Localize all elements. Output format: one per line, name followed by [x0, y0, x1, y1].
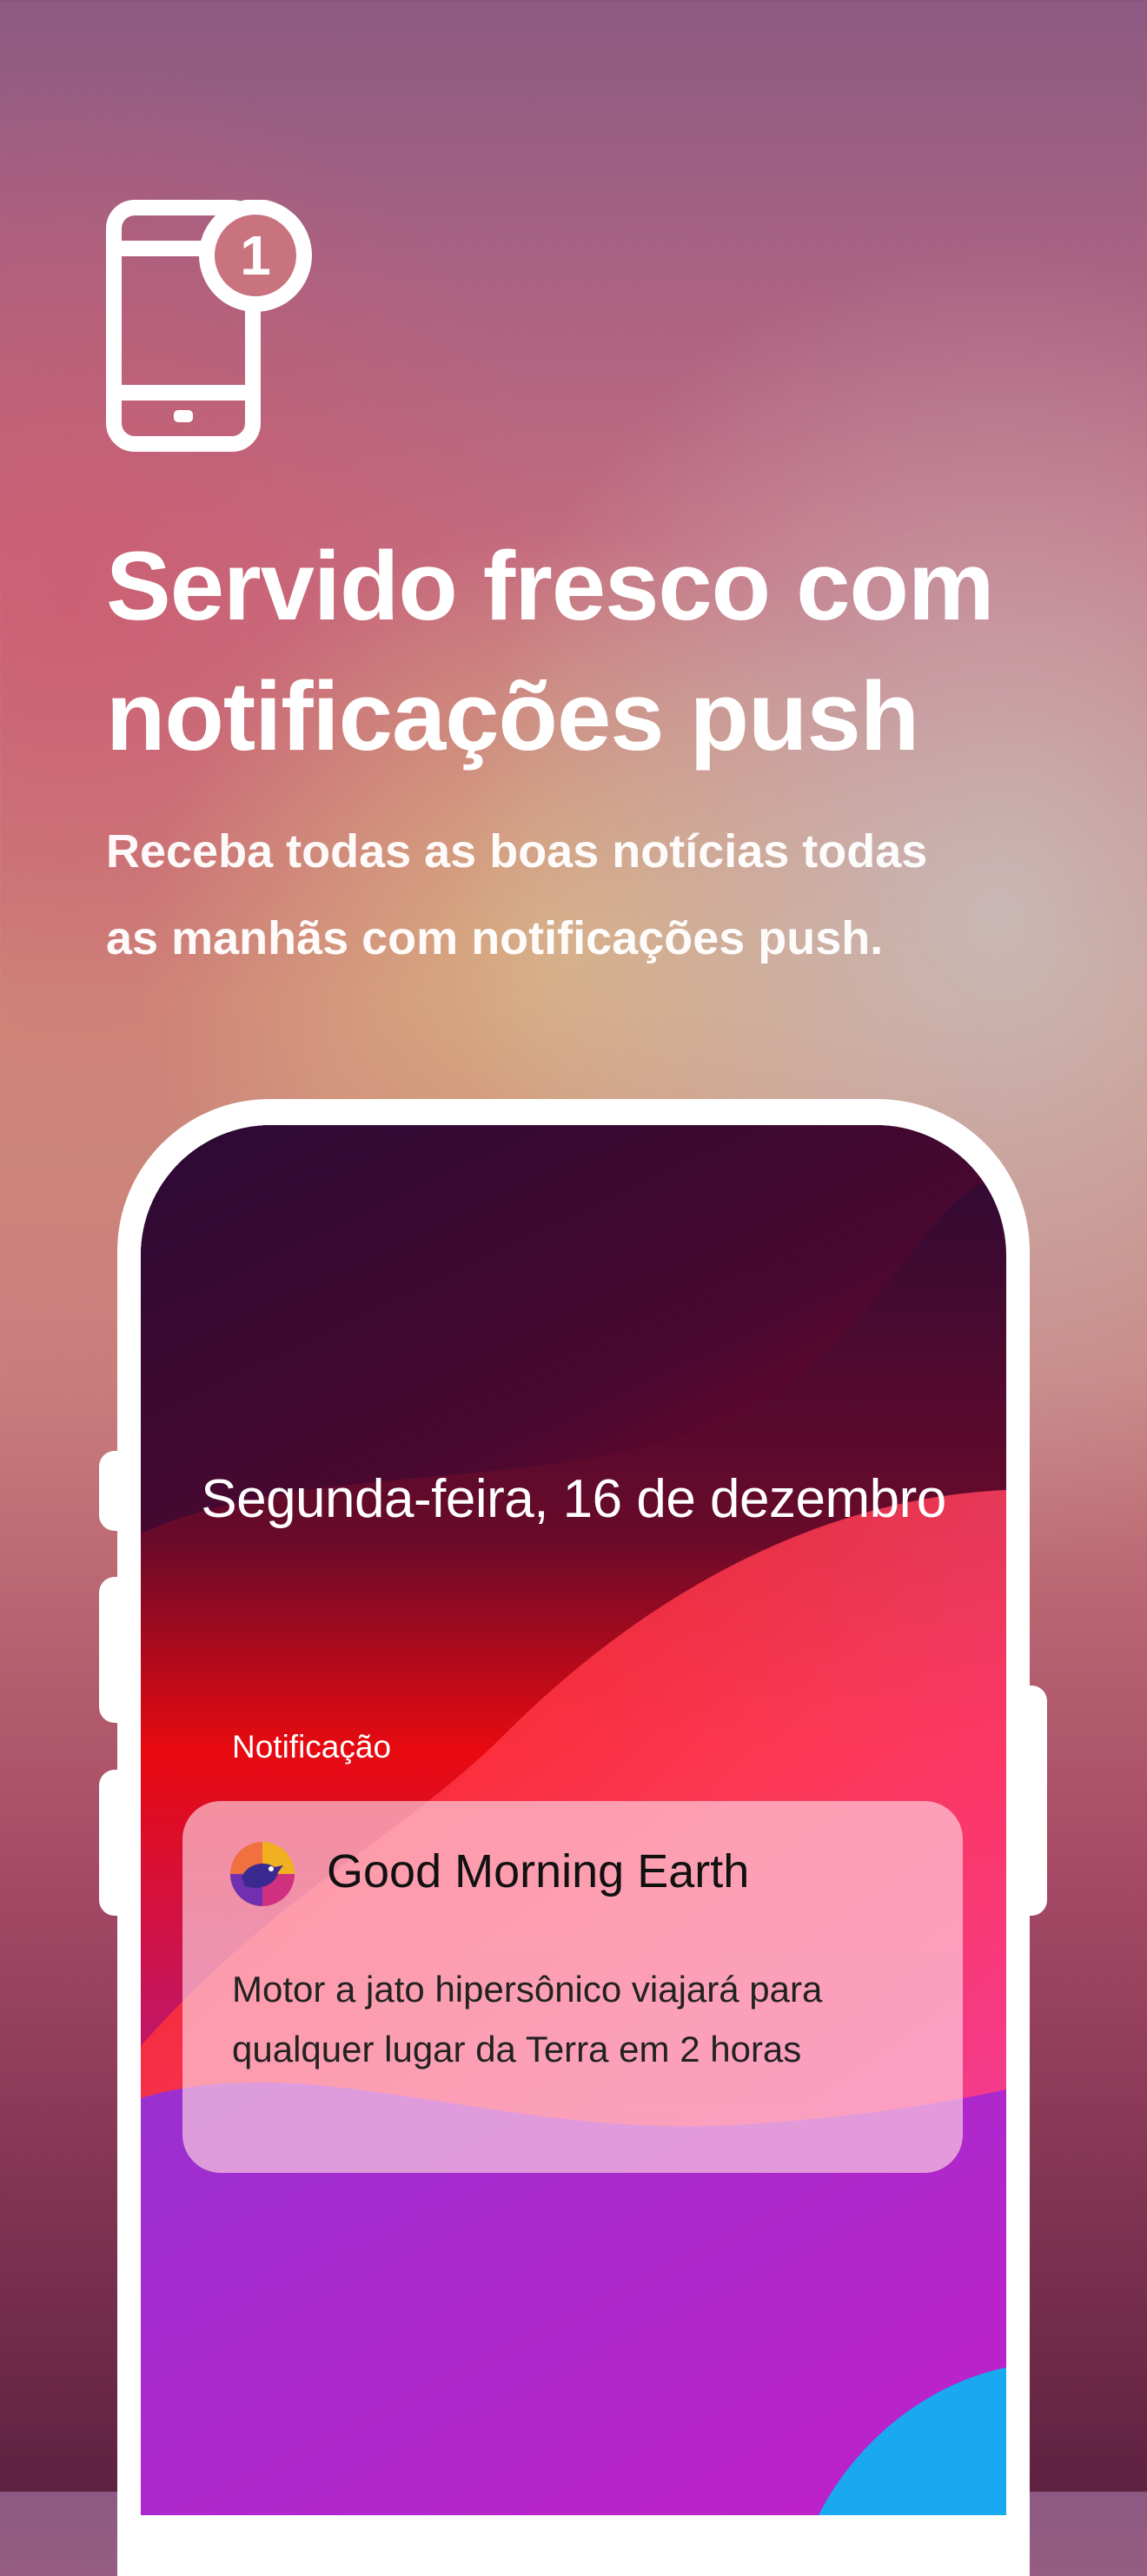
notification-badge-count: 1: [240, 224, 271, 287]
notification-section-label: Notificação: [232, 1729, 392, 1765]
page-title: Servido fresco com notificações push: [106, 532, 995, 771]
notification-message: Motor a jato hipersônico viajará para qu…: [232, 1969, 823, 2069]
page-subtitle: Receba todas as boas notícias todas as m…: [106, 825, 928, 964]
push-notification-card[interactable]: Good Morning Earth Motor a jato hipersôn…: [182, 1801, 963, 2173]
earth-bird-app-icon: [230, 1842, 295, 1906]
notification-app-name: Good Morning Earth: [327, 1845, 750, 1897]
lock-screen-date: Segunda-feira, 16 de dezembro: [201, 1469, 946, 1529]
phone-notification-icon: 1: [106, 200, 312, 452]
phone-lock-screen: Segunda-feira, 16 de dezembro Notificaçã…: [141, 1125, 1006, 2515]
